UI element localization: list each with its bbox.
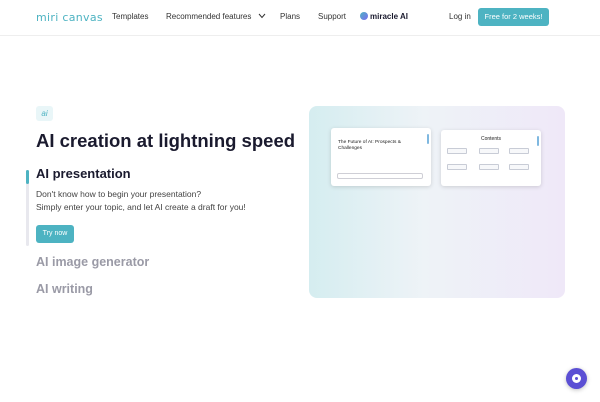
slide-contents-heading: Contents	[480, 136, 501, 142]
slide-scroll-accent	[427, 134, 429, 144]
contents-cell	[479, 148, 499, 154]
miricanvas-logo[interactable]: miri canvas	[36, 11, 103, 24]
feature-progress-fill	[26, 170, 29, 184]
contents-cell	[479, 164, 499, 170]
nav-recommended-features[interactable]: Recommended features	[166, 12, 266, 21]
slide-title-text: The Future of AI: Prospects & Challenges	[338, 140, 401, 151]
miracle-ai-label: miracle AI	[370, 12, 408, 21]
feature-description-line2: Simply enter your topic, and let AI crea…	[36, 202, 246, 212]
ai-badge: ai	[36, 106, 53, 121]
contents-cell	[447, 164, 467, 170]
contents-cell	[447, 148, 467, 154]
nav-recommended-features-label: Recommended features	[166, 12, 252, 21]
slide-scroll-accent	[537, 136, 539, 146]
nav-templates[interactable]: Templates	[112, 12, 148, 21]
slide-preview-contents: Contents	[441, 130, 541, 186]
feature-preview-panel: The Future of AI: Prospects & Challenges…	[309, 106, 565, 298]
free-trial-button[interactable]: Free for 2 weeks!	[478, 8, 549, 26]
slide-input-bar	[337, 173, 423, 179]
feature-ai-presentation[interactable]: AI presentation	[36, 166, 131, 181]
chat-support-button[interactable]	[566, 368, 587, 389]
contents-cell	[509, 164, 529, 170]
miracle-ai-link[interactable]: miracle AI	[360, 12, 408, 21]
nav-plans[interactable]: Plans	[280, 12, 300, 21]
feature-description-line1: Don't know how to begin your presentatio…	[36, 189, 202, 199]
feature-progress-track	[26, 170, 29, 246]
login-link[interactable]: Log in	[449, 12, 471, 21]
nav-support[interactable]: Support	[318, 12, 346, 21]
feature-ai-writing[interactable]: AI writing	[36, 282, 93, 296]
miracle-ai-icon	[360, 12, 368, 20]
top-navigation-bar: miri canvas Templates Recommended featur…	[0, 0, 600, 36]
slide-preview-title: The Future of AI: Prospects & Challenges	[331, 128, 431, 186]
feature-ai-image-generator[interactable]: AI image generator	[36, 255, 149, 269]
chevron-down-icon	[258, 12, 266, 21]
chat-icon	[572, 374, 581, 383]
contents-cell	[509, 148, 529, 154]
hero-title: AI creation at lightning speed	[36, 130, 296, 151]
try-now-button[interactable]: Try now	[36, 225, 74, 243]
